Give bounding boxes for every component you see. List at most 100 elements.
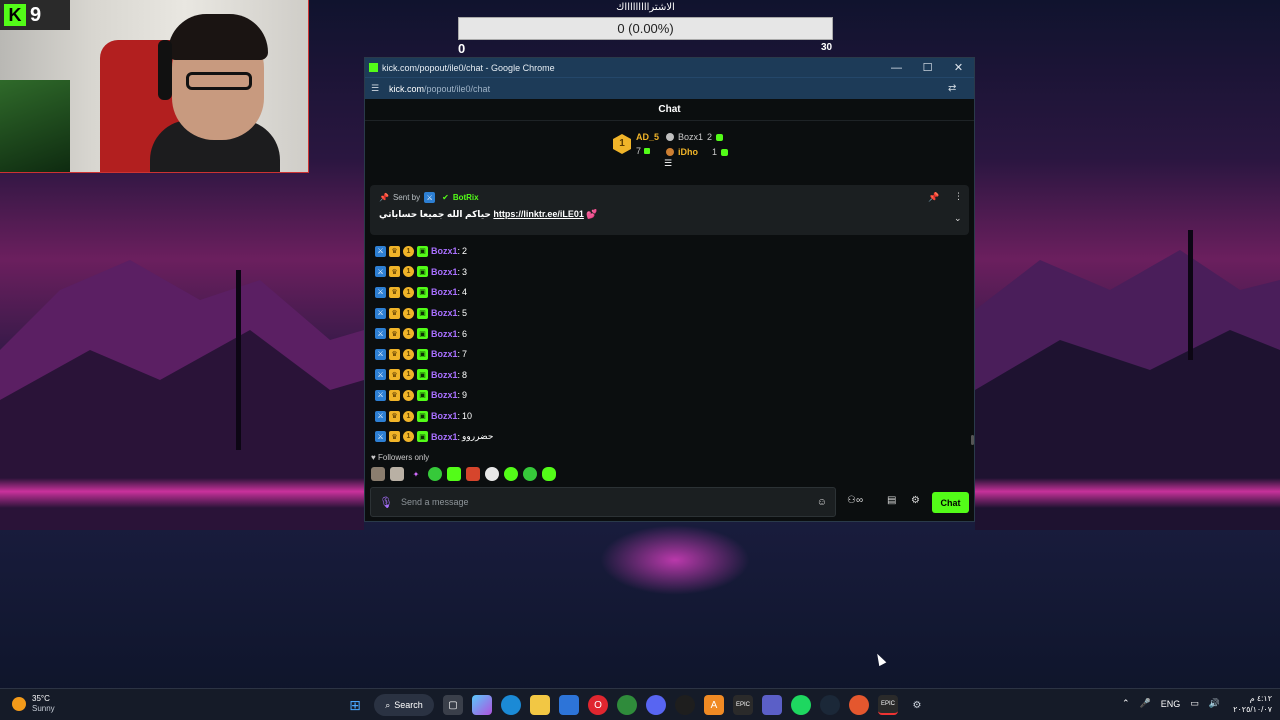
chat-text: 9 xyxy=(462,390,468,401)
rank-one-badge-icon: 1 xyxy=(613,134,631,154)
pinned-bot-name[interactable]: BotRix xyxy=(453,193,479,202)
chat-username[interactable]: Bozx1 xyxy=(431,432,458,442)
weather-widget[interactable]: 35°C Sunny xyxy=(12,694,55,714)
webcam-headset xyxy=(158,40,172,100)
store-icon[interactable]: ▤ xyxy=(887,495,896,506)
spotify-icon[interactable] xyxy=(791,695,811,715)
chat-message[interactable]: ⚔ ♛ 1 ▣ Bozx1:10 xyxy=(375,406,965,427)
quick-emotes: ✦ xyxy=(371,467,556,481)
clock[interactable]: ٤:١٢ م ٢٠٢٥/١٠/٠٧ xyxy=(1232,693,1272,715)
epic-games-active-icon[interactable]: EPIC xyxy=(878,695,898,715)
maximize-button[interactable]: ☐ xyxy=(912,61,943,74)
game-app-icon[interactable] xyxy=(849,695,869,715)
chat-input[interactable] xyxy=(401,497,817,507)
microphone-tray-icon[interactable]: 🎤 xyxy=(1140,698,1151,709)
bronze-medal-icon xyxy=(666,148,674,156)
translate-icon[interactable]: ⇄ xyxy=(948,83,974,94)
crown-badge-icon: ♛ xyxy=(389,431,400,443)
obs-icon[interactable] xyxy=(675,695,695,715)
emote-icon[interactable] xyxy=(466,467,480,481)
emote-icon[interactable] xyxy=(504,467,518,481)
window-titlebar[interactable]: kick.com/popout/ile0/chat - Google Chrom… xyxy=(365,58,974,77)
moderator-badge-icon: ⚔ xyxy=(375,369,386,381)
minimize-button[interactable]: — xyxy=(881,62,912,74)
chat-commands-icon[interactable]: ⚇∞ xyxy=(847,495,863,506)
crown-badge-icon: ♛ xyxy=(389,389,400,401)
network-icon[interactable]: ▭ xyxy=(1190,698,1199,709)
gifter-badge-icon: 1 xyxy=(403,410,414,422)
taskbar-search[interactable]: ⌕ Search xyxy=(374,694,434,716)
chat-scrollbar[interactable] xyxy=(971,435,974,445)
chat-username[interactable]: Bozx1 xyxy=(431,329,458,339)
chat-username[interactable]: Bozx1 xyxy=(431,370,458,380)
chrome-icon[interactable] xyxy=(617,695,637,715)
chat-message[interactable]: ⚔ ♛ 1 ▣ Bozx1:3 xyxy=(375,262,965,283)
chat-message[interactable]: ⚔ ♛ 1 ▣ Bozx1:2 xyxy=(375,241,965,262)
emote-icon[interactable] xyxy=(542,467,556,481)
windows-start-icon[interactable]: ⊞ xyxy=(345,695,365,715)
leaderboard-second[interactable]: Bozx1 2 xyxy=(666,132,724,142)
gear-icon[interactable]: ⚙ xyxy=(911,495,920,506)
emote-icon[interactable] xyxy=(371,467,385,481)
verified-icon: ✔ xyxy=(442,193,449,202)
chat-username[interactable]: Bozx1 xyxy=(431,246,458,256)
collapse-leaderboard-icon[interactable]: ☰ xyxy=(664,158,672,169)
volume-icon[interactable]: 🔊 xyxy=(1209,698,1220,709)
unpin-icon[interactable]: 📌 xyxy=(928,192,939,203)
chat-username[interactable]: Bozx1 xyxy=(431,287,458,297)
store-app-icon[interactable] xyxy=(559,695,579,715)
chat-message[interactable]: ⚔ ♛ 1 ▣ Bozx1:5 xyxy=(375,303,965,324)
chat-message[interactable]: ⚔ ♛ 1 ▣ Bozx1: حضرروو xyxy=(375,426,965,447)
discord-icon[interactable] xyxy=(646,695,666,715)
chat-message[interactable]: ⚔ ♛ 1 ▣ Bozx1:9 xyxy=(375,385,965,406)
teams-icon[interactable] xyxy=(762,695,782,715)
pinned-link[interactable]: https://linktr.ee/iLE01 xyxy=(493,209,584,219)
sun-icon xyxy=(12,697,26,711)
gift-icon xyxy=(716,133,724,141)
send-chat-button[interactable]: Chat xyxy=(932,492,969,513)
chat-username[interactable]: Bozx1 xyxy=(431,267,458,277)
emote-icon[interactable] xyxy=(485,467,499,481)
chat-message[interactable]: ⚔ ♛ 1 ▣ Bozx1:8 xyxy=(375,365,965,386)
task-view-icon[interactable]: ▢ xyxy=(443,695,463,715)
chat-message[interactable]: ⚔ ♛ 1 ▣ Bozx1:6 xyxy=(375,323,965,344)
emote-icon[interactable] xyxy=(428,467,442,481)
steam-icon[interactable] xyxy=(820,695,840,715)
opera-icon[interactable]: O xyxy=(588,695,608,715)
emoji-picker-icon[interactable]: ☺ xyxy=(817,497,827,508)
crown-badge-icon: ♛ xyxy=(389,245,400,257)
leaderboard-first-name[interactable]: AD_5 xyxy=(636,132,659,142)
address-bar[interactable]: ☰ kick.com/popout/ile0/chat ⇄ xyxy=(365,77,974,99)
url-text[interactable]: kick.com/popout/ile0/chat xyxy=(389,84,948,94)
settings-gear-icon[interactable]: ⚙ xyxy=(907,695,927,715)
close-button[interactable]: ✕ xyxy=(943,61,974,74)
taskbar-apps: ⊞ ⌕ Search ▢ O A EPIC EPIC ⚙ xyxy=(345,694,927,716)
file-explorer-icon[interactable] xyxy=(530,695,550,715)
chat-input-container[interactable]: 🎙 ☺ xyxy=(370,487,836,517)
emote-icon[interactable] xyxy=(390,467,404,481)
copilot-icon[interactable] xyxy=(472,695,492,715)
chevron-up-icon[interactable]: ⌃ xyxy=(1122,698,1130,709)
moderator-badge-icon: ⚔ xyxy=(424,192,436,203)
language-indicator[interactable]: ENG xyxy=(1161,699,1181,709)
chat-username[interactable]: Bozx1 xyxy=(431,390,458,400)
microphone-icon[interactable]: 🎙 xyxy=(379,496,401,509)
emote-icon[interactable] xyxy=(447,467,461,481)
edge-icon[interactable] xyxy=(501,695,521,715)
moderator-badge-icon: ⚔ xyxy=(375,286,386,298)
emote-icon[interactable] xyxy=(523,467,537,481)
site-info-icon[interactable]: ☰ xyxy=(371,83,383,94)
pin-icon: 📌 xyxy=(379,193,389,202)
chat-username[interactable]: Bozx1 xyxy=(431,411,458,421)
more-options-icon[interactable]: ⋮ xyxy=(954,191,963,202)
emote-icon[interactable]: ✦ xyxy=(409,467,423,481)
chat-username[interactable]: Bozx1 xyxy=(431,349,458,359)
chevron-down-icon[interactable]: ⌄ xyxy=(954,213,962,224)
chat-message[interactable]: ⚔ ♛ 1 ▣ Bozx1:7 xyxy=(375,344,965,365)
epic-games-icon[interactable]: EPIC xyxy=(733,695,753,715)
chat-text: 3 xyxy=(462,266,468,277)
leaderboard-third[interactable]: iDho 1 xyxy=(666,147,729,157)
chat-username[interactable]: Bozx1 xyxy=(431,308,458,318)
chat-message[interactable]: ⚔ ♛ 1 ▣ Bozx1:4 xyxy=(375,282,965,303)
app-a-icon[interactable]: A xyxy=(704,695,724,715)
